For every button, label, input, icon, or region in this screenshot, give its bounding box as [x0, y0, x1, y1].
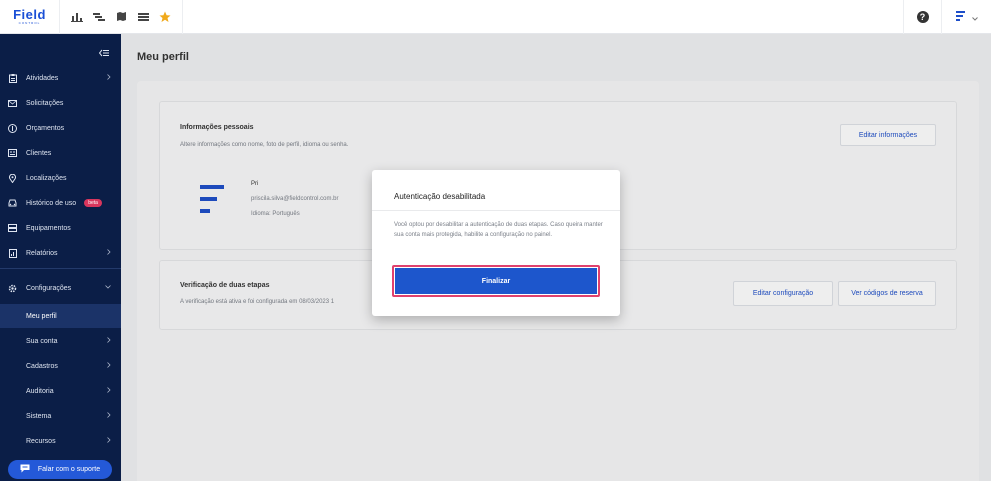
logo-text: Field	[13, 6, 46, 22]
dollar-icon	[8, 123, 17, 133]
dialog-divider	[372, 210, 620, 211]
chevron-right-icon	[107, 437, 111, 445]
sidebar-item-label: Relatórios	[26, 249, 58, 257]
user-avatar-icon	[955, 8, 966, 26]
sidebar-item-configuracoes[interactable]: Configurações	[0, 276, 121, 300]
report-icon	[8, 248, 17, 258]
finalize-button[interactable]: Finalizar	[392, 265, 600, 297]
chevron-right-icon	[107, 387, 111, 395]
logo-subtext: CONTROL	[18, 20, 41, 25]
sidebar-subitem-label: Sistema	[26, 412, 52, 420]
chevron-right-icon	[107, 249, 111, 257]
list-icon[interactable]	[135, 9, 151, 25]
top-toolbar	[60, 0, 183, 34]
sidebar-divider	[0, 268, 121, 269]
help-icon: ?	[916, 11, 929, 23]
pin-icon	[8, 173, 17, 183]
chat-icon	[20, 464, 30, 475]
sidebar-item-label: Solicitações	[26, 99, 64, 107]
chevron-down-icon	[105, 284, 111, 291]
user-menu-button[interactable]	[941, 0, 991, 34]
sidebar-subitem-sua-conta[interactable]: Sua conta	[0, 329, 121, 353]
sidebar-subitem-label: Sua conta	[26, 337, 58, 345]
sidebar-item-clientes[interactable]: Clientes	[0, 141, 121, 165]
sidebar-subitem-auditoria[interactable]: Auditoria	[0, 379, 121, 403]
star-icon[interactable]	[157, 9, 173, 25]
sidebar-subitem-meu-perfil[interactable]: Meu perfil	[0, 304, 121, 328]
bar-chart-icon[interactable]	[69, 9, 85, 25]
sidebar-item-historico[interactable]: Histórico de uso beta	[0, 191, 121, 215]
gantt-icon[interactable]	[91, 9, 107, 25]
sidebar-subitem-recursos[interactable]: Recursos	[0, 429, 121, 453]
mail-icon	[8, 99, 17, 108]
sidebar-subitem-sistema[interactable]: Sistema	[0, 404, 121, 428]
sidebar-item-solicitacoes[interactable]: Solicitações	[0, 91, 121, 115]
collapse-sidebar-icon[interactable]	[98, 44, 109, 62]
sidebar-subitem-label: Recursos	[26, 437, 56, 445]
support-button-label: Falar com o suporte	[37, 466, 101, 473]
support-button[interactable]: Falar com o suporte	[8, 460, 112, 479]
top-right-actions: ?	[903, 0, 991, 34]
gear-icon	[8, 284, 17, 293]
sidebar-item-label: Equipamentos	[26, 224, 71, 232]
car-icon	[8, 199, 17, 208]
sidebar-subitem-label: Meu perfil	[26, 312, 57, 320]
building-icon	[8, 149, 17, 158]
chevron-right-icon	[107, 412, 111, 420]
sidebar-item-label: Configurações	[26, 284, 72, 292]
sidebar-item-relatorios[interactable]: Relatórios	[0, 241, 121, 265]
auth-disabled-dialog: Autenticação desabilitada Você optou por…	[372, 170, 620, 316]
sidebar-item-atividades[interactable]: Atividades	[0, 66, 121, 90]
sidebar-item-label: Orçamentos	[26, 124, 65, 132]
map-icon[interactable]	[113, 9, 129, 25]
dialog-message: Você optou por desabilitar a autenticaçã…	[394, 222, 603, 238]
sidebar-item-orcamentos[interactable]: Orçamentos	[0, 116, 121, 140]
chevron-right-icon	[107, 74, 111, 82]
server-icon	[8, 224, 17, 233]
sidebar-item-equipamentos[interactable]: Equipamentos	[0, 216, 121, 240]
sidebar-item-localizacoes[interactable]: Localizações	[0, 166, 121, 190]
chevron-down-icon	[971, 8, 978, 26]
clipboard-icon	[8, 73, 17, 83]
dialog-title: Autenticação desabilitada	[394, 192, 486, 201]
chevron-right-icon	[107, 362, 111, 370]
app-logo[interactable]: Field CONTROL	[0, 0, 60, 34]
sidebar: Atividades Solicitações Orçamentos Clien…	[0, 34, 121, 481]
chevron-right-icon	[107, 337, 111, 345]
finalize-button-label: Finalizar	[395, 268, 597, 294]
sidebar-subitem-cadastros[interactable]: Cadastros	[0, 354, 121, 378]
sidebar-item-label: Atividades	[26, 74, 59, 82]
sidebar-subitem-label: Auditoria	[26, 387, 54, 395]
sidebar-subitem-label: Cadastros	[26, 362, 58, 370]
sidebar-item-label: Clientes	[26, 149, 52, 157]
beta-badge: beta	[84, 199, 102, 207]
top-bar: Field CONTROL ?	[0, 0, 991, 34]
sidebar-item-label: Histórico de uso	[26, 199, 77, 207]
sidebar-item-label: Localizações	[26, 174, 67, 182]
help-button[interactable]: ?	[903, 0, 941, 34]
